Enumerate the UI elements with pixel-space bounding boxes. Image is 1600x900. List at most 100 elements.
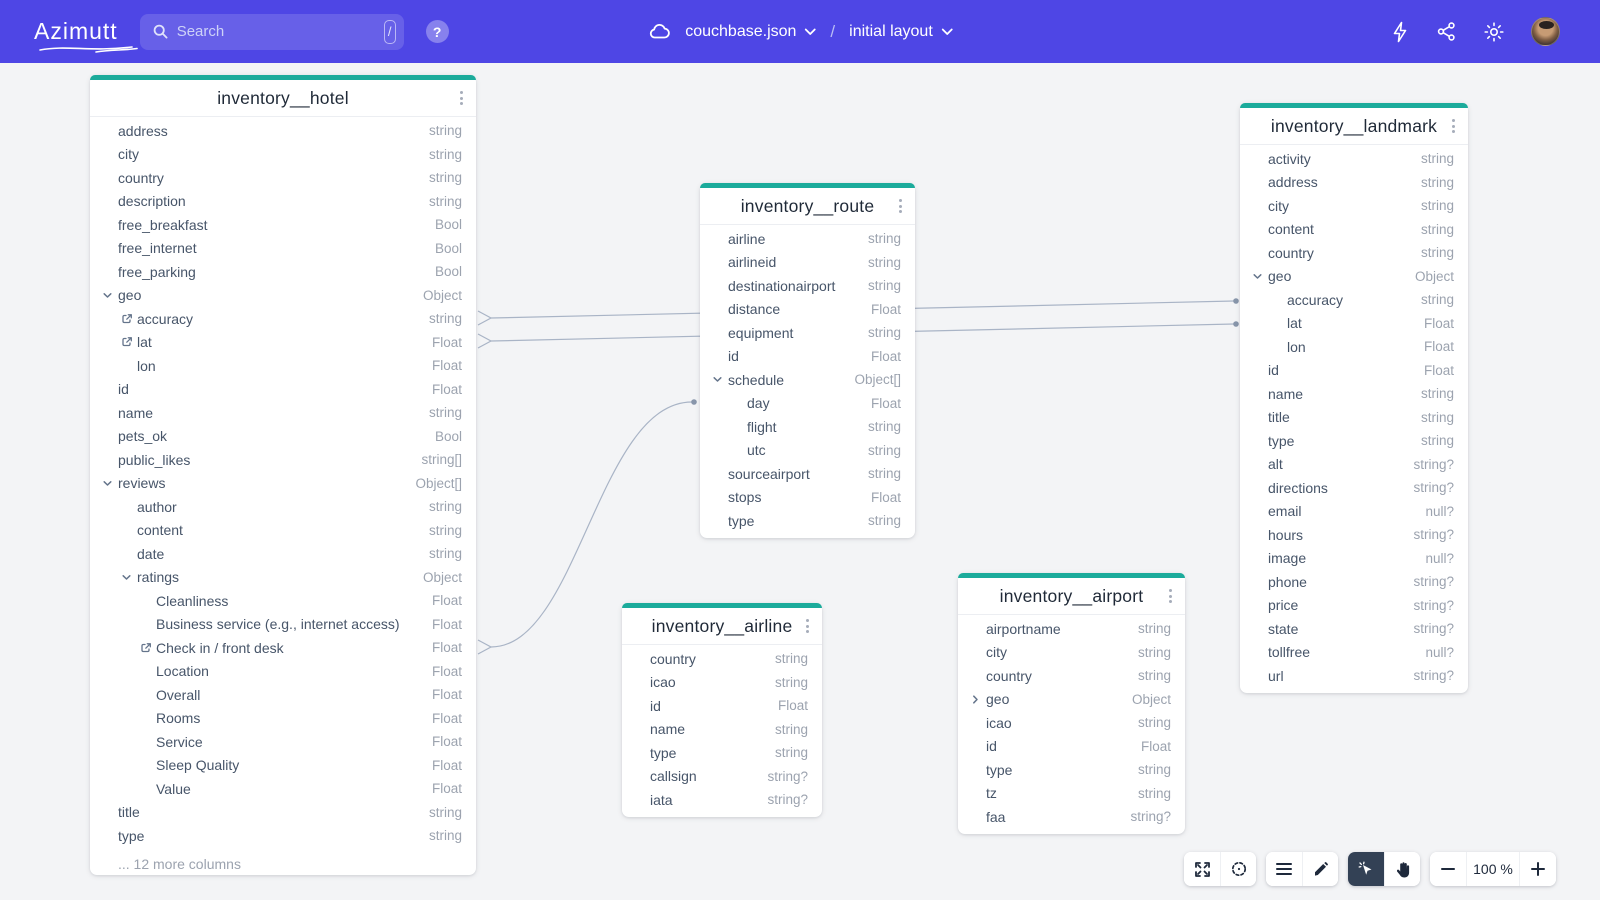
- help-button[interactable]: ?: [426, 20, 449, 43]
- column-row[interactable]: destinationairportstring: [700, 274, 915, 298]
- column-row[interactable]: RoomsFloat: [90, 707, 476, 731]
- column-row[interactable]: free_breakfastBool: [90, 213, 476, 237]
- table-menu-button[interactable]: [1448, 115, 1459, 137]
- column-row[interactable]: countrystring: [622, 647, 822, 671]
- column-row[interactable]: directionsstring?: [1240, 476, 1468, 500]
- column-row[interactable]: namestring: [1240, 382, 1468, 406]
- column-row[interactable]: idFloat: [700, 345, 915, 369]
- azimutt-logo[interactable]: Azimutt: [34, 18, 118, 45]
- project-selector[interactable]: couchbase.json: [685, 23, 816, 41]
- column-row[interactable]: countrystring: [1240, 241, 1468, 265]
- column-row[interactable]: CleanlinessFloat: [90, 589, 476, 613]
- column-row[interactable]: Sleep QualityFloat: [90, 754, 476, 778]
- column-row[interactable]: citystring: [90, 143, 476, 167]
- search-input[interactable]: [177, 23, 376, 40]
- column-row[interactable]: public_likesstring[]: [90, 448, 476, 472]
- column-row[interactable]: geoObject: [90, 284, 476, 308]
- column-row[interactable]: ServiceFloat: [90, 730, 476, 754]
- column-row[interactable]: hoursstring?: [1240, 523, 1468, 547]
- column-row[interactable]: descriptionstring: [90, 190, 476, 214]
- column-row[interactable]: countrystring: [90, 166, 476, 190]
- column-row[interactable]: distanceFloat: [700, 298, 915, 322]
- column-row[interactable]: icaostring: [622, 671, 822, 695]
- column-row[interactable]: altstring?: [1240, 453, 1468, 477]
- column-row[interactable]: Business service (e.g., internet access)…: [90, 613, 476, 637]
- column-row[interactable]: ratingsObject: [90, 566, 476, 590]
- table-menu-button[interactable]: [456, 87, 467, 109]
- column-row[interactable]: accuracystring: [1240, 288, 1468, 312]
- column-row[interactable]: urlstring?: [1240, 664, 1468, 688]
- pencil-button[interactable]: [1302, 852, 1338, 886]
- column-row[interactable]: authorstring: [90, 495, 476, 519]
- chevron-down-icon[interactable]: [102, 290, 113, 301]
- zoom-level[interactable]: 100 %: [1466, 852, 1520, 886]
- column-row[interactable]: typestring: [700, 509, 915, 533]
- column-row[interactable]: namestring: [90, 401, 476, 425]
- column-row[interactable]: datestring: [90, 542, 476, 566]
- column-row[interactable]: geoObject: [958, 688, 1185, 712]
- table-header[interactable]: inventory__hotel: [90, 80, 476, 117]
- column-row[interactable]: activitystring: [1240, 147, 1468, 171]
- column-row[interactable]: tzstring: [958, 782, 1185, 806]
- table-header[interactable]: inventory__landmark: [1240, 108, 1468, 145]
- chevron-down-icon[interactable]: [102, 478, 113, 489]
- lightning-icon[interactable]: [1390, 21, 1410, 43]
- column-row[interactable]: pricestring?: [1240, 594, 1468, 618]
- column-row[interactable]: airlinestring: [700, 227, 915, 251]
- column-row[interactable]: latFloat: [90, 331, 476, 355]
- column-row[interactable]: geoObject: [1240, 265, 1468, 289]
- column-row[interactable]: emailnull?: [1240, 500, 1468, 524]
- column-row[interactable]: pets_okBool: [90, 425, 476, 449]
- column-row[interactable]: titlestring: [90, 801, 476, 825]
- column-row[interactable]: addressstring: [1240, 171, 1468, 195]
- search-box[interactable]: /: [140, 14, 404, 50]
- column-row[interactable]: sourceairportstring: [700, 462, 915, 486]
- table-card-inventory__airline[interactable]: inventory__airlinecountrystringicaostrin…: [622, 603, 822, 817]
- column-row[interactable]: equipmentstring: [700, 321, 915, 345]
- column-row[interactable]: iatastring?: [622, 788, 822, 812]
- column-row[interactable]: idFloat: [1240, 359, 1468, 383]
- table-card-inventory__airport[interactable]: inventory__airportairportnamestringcitys…: [958, 573, 1185, 834]
- chevron-down-icon[interactable]: [1252, 271, 1263, 282]
- table-card-inventory__hotel[interactable]: inventory__hoteladdressstringcitystringc…: [90, 75, 476, 875]
- column-row[interactable]: citystring: [958, 641, 1185, 665]
- chevron-down-icon[interactable]: [712, 374, 723, 385]
- column-row[interactable]: reviewsObject[]: [90, 472, 476, 496]
- column-row[interactable]: Check in / front deskFloat: [90, 636, 476, 660]
- column-row[interactable]: idFloat: [90, 378, 476, 402]
- column-row[interactable]: idFloat: [622, 694, 822, 718]
- column-row[interactable]: statestring?: [1240, 617, 1468, 641]
- fit-screen-button[interactable]: [1184, 852, 1220, 886]
- column-row[interactable]: addressstring: [90, 119, 476, 143]
- column-row[interactable]: free_internetBool: [90, 237, 476, 261]
- column-row[interactable]: callsignstring?: [622, 765, 822, 789]
- list-button[interactable]: [1266, 852, 1302, 886]
- diagram-canvas[interactable]: inventory__hoteladdressstringcitystringc…: [0, 63, 1600, 900]
- table-menu-button[interactable]: [1165, 585, 1176, 607]
- gear-icon[interactable]: [1483, 21, 1505, 43]
- column-row[interactable]: scheduleObject[]: [700, 368, 915, 392]
- chevron-down-icon[interactable]: [121, 572, 132, 583]
- column-row[interactable]: airlineidstring: [700, 251, 915, 275]
- cursor-tool-button[interactable]: [1348, 852, 1384, 886]
- column-row[interactable]: utcstring: [700, 439, 915, 463]
- table-header[interactable]: inventory__route: [700, 188, 915, 225]
- column-row[interactable]: accuracystring: [90, 307, 476, 331]
- column-row[interactable]: contentstring: [90, 519, 476, 543]
- table-card-inventory__landmark[interactable]: inventory__landmarkactivitystringaddress…: [1240, 103, 1468, 693]
- column-row[interactable]: namestring: [622, 718, 822, 742]
- column-row[interactable]: tollfreenull?: [1240, 641, 1468, 665]
- table-header[interactable]: inventory__airline: [622, 608, 822, 645]
- column-row[interactable]: imagenull?: [1240, 547, 1468, 571]
- column-row[interactable]: titlestring: [1240, 406, 1468, 430]
- table-card-inventory__route[interactable]: inventory__routeairlinestringairlineidst…: [700, 183, 915, 538]
- table-menu-button[interactable]: [802, 615, 813, 637]
- hidden-columns-toggle[interactable]: ... 12 more columns: [90, 853, 476, 875]
- column-row[interactable]: contentstring: [1240, 218, 1468, 242]
- table-menu-button[interactable]: [895, 195, 906, 217]
- column-row[interactable]: flightstring: [700, 415, 915, 439]
- hand-tool-button[interactable]: [1384, 852, 1420, 886]
- table-header[interactable]: inventory__airport: [958, 578, 1185, 615]
- column-row[interactable]: typestring: [1240, 429, 1468, 453]
- column-row[interactable]: lonFloat: [90, 354, 476, 378]
